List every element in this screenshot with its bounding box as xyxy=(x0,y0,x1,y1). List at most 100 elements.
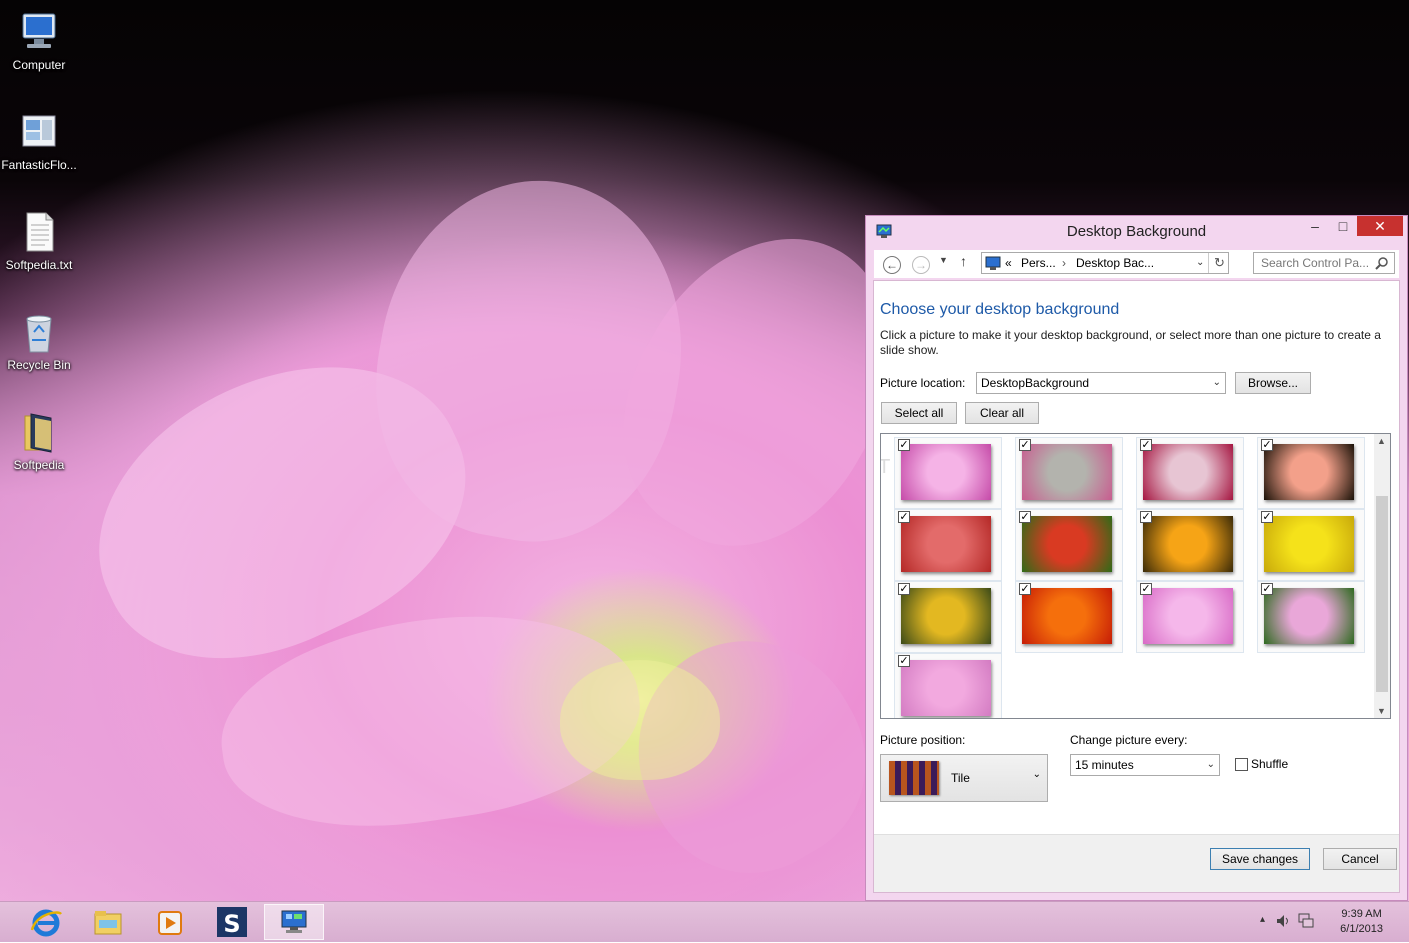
shuffle-label: Shuffle xyxy=(1251,757,1289,771)
desktop-icon-recycle-bin[interactable]: Recycle Bin xyxy=(0,310,78,372)
gallery-item-pink-dahlia-2[interactable]: ✓ xyxy=(1136,581,1244,653)
cancel-button[interactable]: Cancel xyxy=(1323,848,1397,870)
page-description: Click a picture to make it your desktop … xyxy=(880,328,1381,357)
picture-location-select[interactable]: DesktopBackground ⌄ xyxy=(976,372,1226,394)
search-input[interactable]: Search Control Pa... xyxy=(1253,252,1395,274)
gallery-item-pink-blossom-branch[interactable]: ✓ xyxy=(1015,437,1123,509)
desktop-icon-softpedia-txt[interactable]: Softpedia.txt xyxy=(0,210,78,272)
folder-icon xyxy=(17,410,61,454)
thumbnail-checkbox[interactable]: ✓ xyxy=(898,655,910,667)
gallery-item-orange-gerbera[interactable]: ✓ xyxy=(1136,509,1244,581)
tray-show-hidden-icon[interactable]: ▴ xyxy=(1260,914,1265,925)
thumbnail-checkbox[interactable]: ✓ xyxy=(1140,511,1152,523)
gallery-item-peach-rose[interactable]: ✓ xyxy=(1257,437,1365,509)
shuffle-checkbox[interactable] xyxy=(1235,758,1248,771)
svg-text:S: S xyxy=(223,910,240,938)
up-arrow-icon[interactable]: ↑ xyxy=(960,253,967,269)
chevron-down-icon: ⌄ xyxy=(1206,759,1215,770)
recent-locations-icon[interactable]: ▼ xyxy=(939,255,948,265)
taskbar-softpedia[interactable]: S xyxy=(206,904,258,940)
clear-all-button[interactable]: Clear all xyxy=(965,402,1039,424)
search-icon[interactable] xyxy=(1375,256,1389,273)
back-arrow-icon[interactable]: ← xyxy=(883,256,901,274)
gallery-item-orange-chrysanthemum[interactable]: ✓ xyxy=(1015,581,1123,653)
thumbnail-image xyxy=(1022,444,1112,500)
volume-icon[interactable] xyxy=(1275,913,1291,932)
clock-time: 9:39 AM xyxy=(1341,908,1382,920)
taskbar: S ▴ 9:39 AM 6/1/2013 xyxy=(0,901,1409,942)
breadcrumb-separator: › xyxy=(1062,256,1066,270)
taskbar-control-panel[interactable] xyxy=(264,904,324,940)
breadcrumb-desktop-background[interactable]: Desktop Bac... xyxy=(1076,253,1154,273)
clock-date: 6/1/2013 xyxy=(1340,923,1383,935)
taskbar-media-player[interactable] xyxy=(144,904,196,940)
wallpaper-flower-center xyxy=(560,660,720,780)
thumbnail-image xyxy=(901,660,991,716)
thumbnail-checkbox[interactable]: ✓ xyxy=(898,439,910,451)
gallery-item-pink-lily[interactable]: ✓ xyxy=(1257,581,1365,653)
breadcrumb-overflow[interactable]: « xyxy=(1005,253,1012,273)
network-icon[interactable] xyxy=(1297,913,1315,932)
gallery-item-red-aster[interactable]: ✓ xyxy=(894,509,1002,581)
select-all-button[interactable]: Select all xyxy=(881,402,957,424)
address-box[interactable]: « Pers... › Desktop Bac... ⌄ ↻ xyxy=(981,252,1229,274)
gallery-item-red-zinnia[interactable]: ✓ xyxy=(1015,509,1123,581)
desktop-icon-softpedia-folder[interactable]: Softpedia xyxy=(0,410,78,472)
save-changes-button[interactable]: Save changes xyxy=(1210,848,1310,870)
app-screenshot-icon xyxy=(17,110,61,154)
thumbnail-image xyxy=(1264,516,1354,572)
scroll-down-icon[interactable]: ▼ xyxy=(1377,706,1386,716)
thumbnail-checkbox[interactable]: ✓ xyxy=(898,511,910,523)
gallery-item-red-white-dahlia[interactable]: ✓ xyxy=(1136,437,1244,509)
taskbar-file-explorer[interactable] xyxy=(82,904,134,940)
taskbar-internet-explorer[interactable] xyxy=(20,904,72,940)
desktop-background-window: Desktop Background – □ ✕ ← → ▼ ↑ « Pers.… xyxy=(865,215,1408,901)
picture-position-select[interactable]: Tile ⌄ xyxy=(880,754,1048,802)
thumbnail-checkbox[interactable]: ✓ xyxy=(1261,511,1273,523)
breadcrumb-personalization[interactable]: Pers... xyxy=(1021,253,1056,273)
picture-location-value: DesktopBackground xyxy=(981,376,1090,390)
change-interval-select[interactable]: 15 minutes ⌄ xyxy=(1070,754,1220,776)
gallery-item-yellow-chrysanthemum[interactable]: ✓ xyxy=(1257,509,1365,581)
minimize-button[interactable]: – xyxy=(1301,216,1329,236)
thumbnail-checkbox[interactable]: ✓ xyxy=(1019,439,1031,451)
desktop-icon-fantasticflowers[interactable]: FantasticFlo... xyxy=(0,110,78,172)
divider xyxy=(1208,253,1209,273)
thumbnail-checkbox[interactable]: ✓ xyxy=(1019,583,1031,595)
thumbnail-image xyxy=(901,588,991,644)
gallery-item-pink-dahlia[interactable]: ✓ xyxy=(894,437,1002,509)
picture-position-label: Picture position: xyxy=(880,733,966,747)
thumbnail-image xyxy=(1143,588,1233,644)
control-panel-icon xyxy=(985,255,1001,277)
chevron-down-icon[interactable]: ⌄ xyxy=(1196,253,1204,273)
picture-gallery: SOFTPEDIA ▲ ▼ ✓✓✓✓✓✓✓✓✓✓✓✓✓ xyxy=(880,433,1391,719)
desktop-icon-computer[interactable]: Computer xyxy=(0,10,78,72)
thumbnail-checkbox[interactable]: ✓ xyxy=(1140,583,1152,595)
scrollbar-thumb[interactable] xyxy=(1376,496,1388,692)
thumbnail-image xyxy=(1022,588,1112,644)
browse-button[interactable]: Browse... xyxy=(1235,372,1311,394)
maximize-button[interactable]: □ xyxy=(1329,216,1357,236)
picture-location-label: Picture location: xyxy=(880,376,966,390)
dialog-footer: Save changes Cancel xyxy=(874,834,1399,892)
tile-preview-icon xyxy=(889,761,939,795)
title-bar[interactable]: Desktop Background – □ ✕ xyxy=(866,216,1407,246)
change-interval-value: 15 minutes xyxy=(1075,758,1134,772)
thumbnail-image xyxy=(1022,516,1112,572)
scroll-up-icon[interactable]: ▲ xyxy=(1377,436,1386,446)
close-button[interactable]: ✕ xyxy=(1357,216,1403,236)
system-clock[interactable]: 9:39 AM 6/1/2013 xyxy=(1340,907,1383,937)
recycle-bin-icon xyxy=(17,310,61,354)
gallery-item-sunflowers[interactable]: ✓ xyxy=(894,581,1002,653)
thumbnail-checkbox[interactable]: ✓ xyxy=(898,583,910,595)
thumbnail-image xyxy=(1264,588,1354,644)
thumbnail-checkbox[interactable]: ✓ xyxy=(1019,511,1031,523)
refresh-icon[interactable]: ↻ xyxy=(1214,253,1225,273)
gallery-item-pink-dahlia-3[interactable]: ✓ xyxy=(894,653,1002,718)
forward-arrow-icon[interactable]: → xyxy=(912,256,930,274)
thumbnail-checkbox[interactable]: ✓ xyxy=(1261,583,1273,595)
thumbnail-checkbox[interactable]: ✓ xyxy=(1140,439,1152,451)
gallery-scrollbar[interactable]: ▲ ▼ xyxy=(1374,434,1390,718)
thumbnail-image xyxy=(1264,444,1354,500)
thumbnail-checkbox[interactable]: ✓ xyxy=(1261,439,1273,451)
